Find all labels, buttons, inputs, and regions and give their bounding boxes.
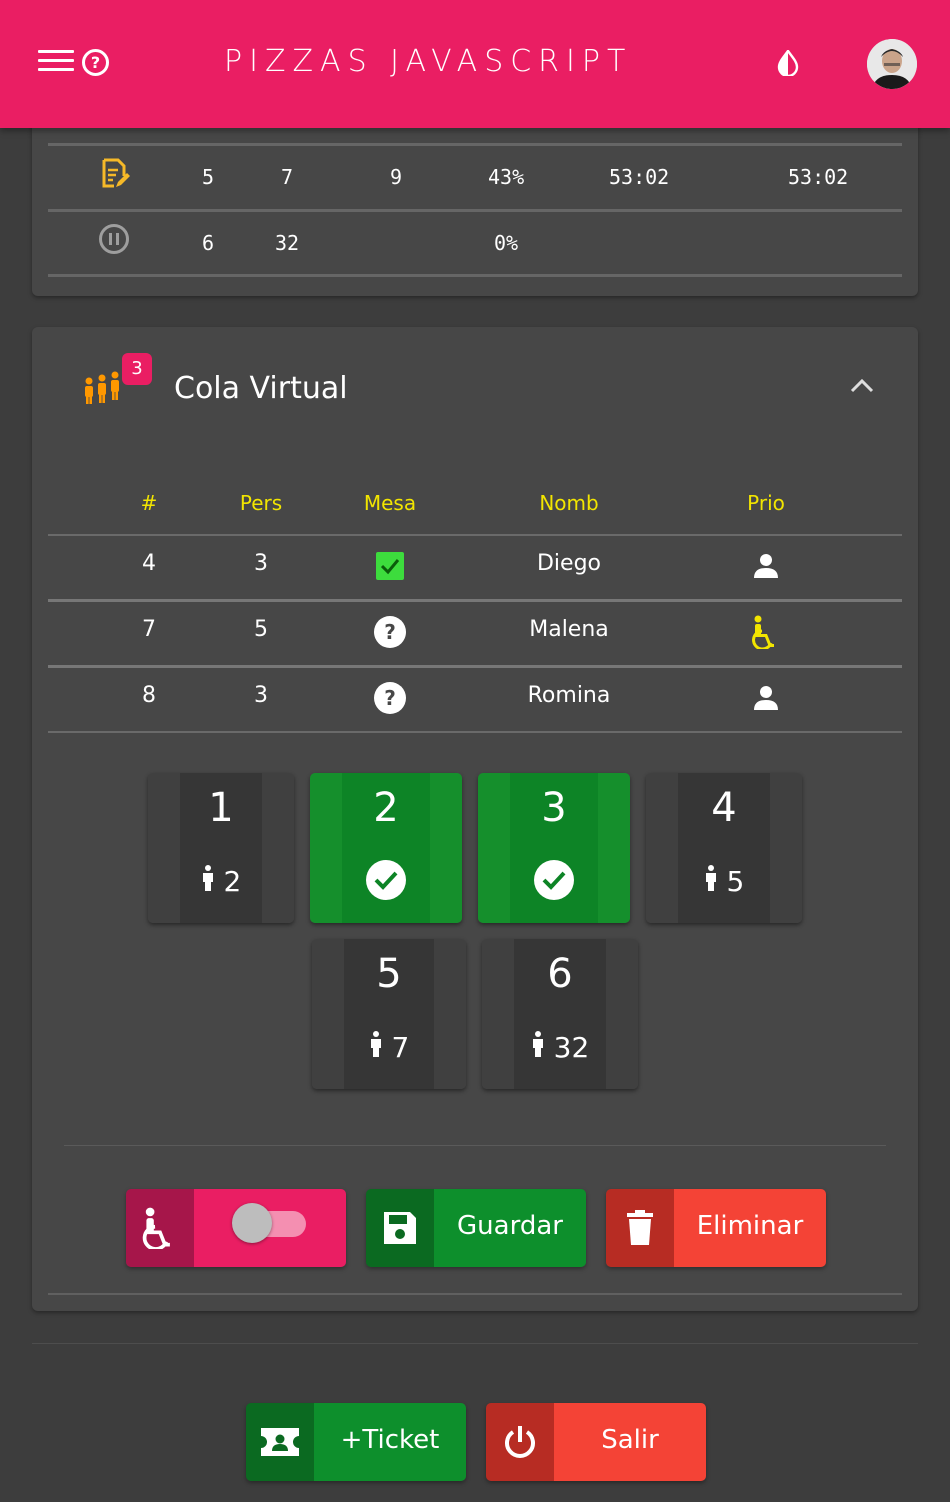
wheelchair-icon [142, 1207, 170, 1249]
table-number: 2 [373, 785, 399, 831]
stats-value: 32 [275, 231, 300, 255]
exit-button[interactable]: Salir [486, 1403, 706, 1481]
wheelchair-icon [752, 615, 774, 649]
table-number: 4 [711, 785, 737, 831]
queue-name: Romina [527, 683, 611, 708]
table-capacity-value: 2 [223, 865, 242, 898]
queue-persons: 3 [254, 551, 268, 576]
table-capacity-value: 5 [726, 865, 745, 898]
table-tile[interactable]: 5 7 [312, 939, 466, 1089]
queue-name: Malena [529, 617, 609, 642]
svg-text:?: ? [384, 686, 396, 710]
new-ticket-label: +Ticket [314, 1403, 466, 1481]
cola-virtual-card: 3 Cola Virtual # Pers Mesa Nomb Prio 4 3… [32, 327, 918, 1311]
table-capacity-value: 7 [391, 1031, 410, 1064]
queue-number: 4 [142, 551, 156, 576]
person-standing-icon [370, 1031, 381, 1057]
help-circle-icon[interactable]: ? [374, 682, 406, 714]
queue-persons: 3 [254, 683, 268, 708]
section-title: Cola Virtual [174, 371, 348, 406]
table-tile[interactable]: 3 [478, 773, 630, 923]
person-standing-icon [705, 865, 716, 891]
svg-text:?: ? [384, 620, 396, 644]
table-number: 3 [541, 785, 567, 831]
stats-value: 5 [202, 165, 215, 189]
column-header[interactable]: # [141, 491, 158, 515]
check-circle-icon [366, 860, 406, 900]
new-ticket-button[interactable]: +Ticket [246, 1403, 466, 1481]
power-icon [505, 1426, 535, 1458]
table-capacity: 2 [148, 865, 294, 898]
edit-document-icon [102, 158, 130, 188]
pause-circle-icon [99, 224, 129, 254]
stats-value: 6 [202, 231, 215, 255]
priority-switch-knob[interactable] [232, 1203, 272, 1243]
delete-label: Eliminar [674, 1189, 826, 1267]
column-header[interactable]: Nomb [539, 491, 598, 515]
queue-people-icon [85, 371, 119, 404]
queue-number: 7 [142, 617, 156, 642]
menu-icon[interactable] [38, 50, 74, 74]
table-capacity-value: 32 [553, 1031, 590, 1064]
table-capacity: 5 [646, 865, 802, 898]
stats-card: 5 7 9 43% 53:02 53:02 6 32 0% [32, 110, 918, 296]
stats-row: 5 7 9 43% 53:02 53:02 [48, 143, 902, 209]
check-circle-icon [534, 860, 574, 900]
table-tile[interactable]: 6 32 [482, 939, 638, 1089]
stats-value: 9 [390, 165, 403, 189]
table-number: 5 [376, 951, 402, 997]
priority-toggle-button[interactable] [126, 1189, 346, 1267]
stats-time: 53:02 [788, 165, 849, 189]
ticket-icon [261, 1428, 299, 1456]
help-circle-icon[interactable]: ? [374, 616, 406, 648]
exit-label: Salir [554, 1403, 706, 1481]
checkbox-checked-icon[interactable] [376, 552, 404, 580]
theme-contrast-icon[interactable] [776, 50, 800, 76]
queue-persons: 5 [254, 617, 268, 642]
app-title: PIZZAS JAVASCRIPT [224, 44, 633, 79]
trash-icon [627, 1210, 653, 1245]
table-tile[interactable]: 1 2 [148, 773, 294, 923]
queue-number: 8 [142, 683, 156, 708]
table-number: 1 [208, 785, 234, 831]
floppy-disk-icon [384, 1212, 416, 1244]
stats-percent: 43% [488, 165, 525, 189]
save-button[interactable]: Guardar [366, 1189, 586, 1267]
person-icon [754, 686, 778, 710]
table-number: 6 [547, 951, 573, 997]
column-header[interactable]: Pers [240, 491, 282, 515]
column-header[interactable]: Prio [747, 491, 785, 515]
stats-value: 7 [281, 165, 294, 189]
stats-row: 6 32 0% [48, 209, 902, 275]
table-tile[interactable]: 2 [310, 773, 462, 923]
person-standing-icon [202, 865, 213, 891]
user-avatar[interactable] [867, 39, 917, 89]
table-tile[interactable]: 4 5 [646, 773, 802, 923]
column-header[interactable]: Mesa [364, 491, 416, 515]
queue-count-badge: 3 [122, 353, 152, 385]
help-icon[interactable]: ? [82, 49, 109, 76]
table-capacity: 32 [482, 1031, 638, 1064]
save-label: Guardar [434, 1189, 586, 1267]
stats-time: 53:02 [609, 165, 670, 189]
stats-percent: 0% [494, 231, 519, 255]
person-icon [754, 554, 778, 578]
app-header: ? PIZZAS JAVASCRIPT [0, 0, 950, 128]
person-standing-icon [532, 1031, 543, 1057]
queue-name: Diego [536, 551, 602, 576]
delete-button[interactable]: Eliminar [606, 1189, 826, 1267]
chevron-up-icon[interactable] [850, 377, 874, 393]
table-capacity: 7 [312, 1031, 466, 1064]
